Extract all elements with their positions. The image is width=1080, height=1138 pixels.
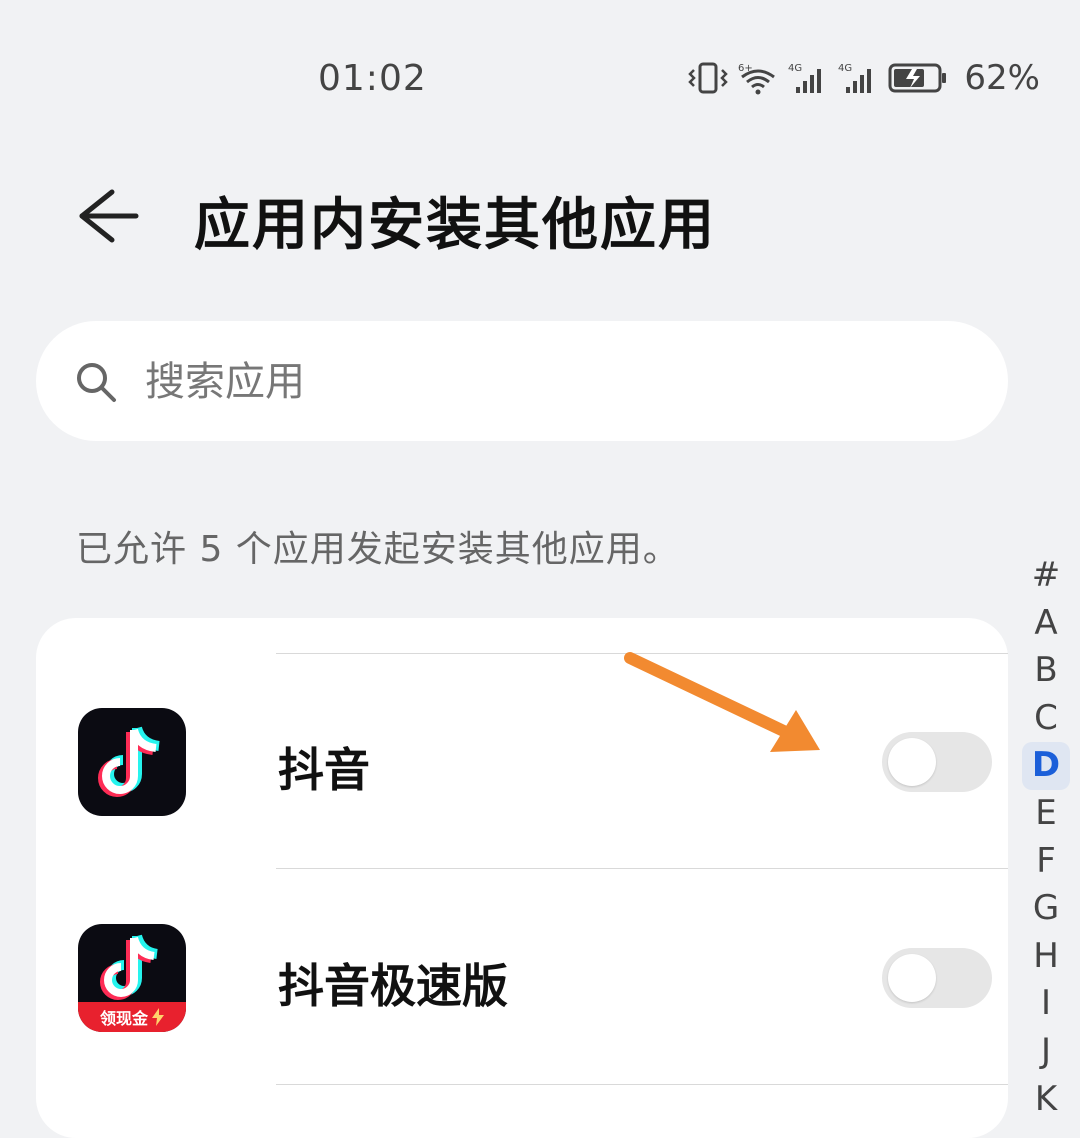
cash-badge: 领现金	[78, 1002, 186, 1032]
install-permission-toggle[interactable]	[882, 732, 992, 792]
svg-text:4G: 4G	[788, 63, 802, 74]
index-letter[interactable]: G	[1022, 885, 1070, 933]
status-bar: 01:02 6+ 4G 4G 62%	[0, 0, 1080, 150]
index-letter[interactable]: B	[1022, 647, 1070, 695]
back-arrow-icon	[79, 189, 139, 243]
lightning-icon	[152, 1008, 164, 1026]
alphabet-index[interactable]: # A B C D E F G H I J K	[1022, 552, 1070, 1123]
status-time: 01:02	[318, 58, 427, 99]
tiktok-note-icon	[98, 726, 160, 797]
battery-percent: 62%	[964, 58, 1040, 98]
index-letter[interactable]: E	[1022, 790, 1070, 838]
search-input[interactable]	[145, 356, 945, 408]
index-letter[interactable]: K	[1022, 1076, 1070, 1124]
index-letter[interactable]: C	[1022, 695, 1070, 743]
page-title: 应用内安装其他应用	[194, 193, 716, 258]
app-list-card: 抖音 领现金 抖音极速版	[36, 618, 1008, 1138]
status-icons: 6+ 4G 4G 62%	[688, 58, 1040, 98]
douyin-app-icon	[78, 708, 186, 816]
signal-4g-icon: 4G	[838, 63, 872, 93]
index-letter[interactable]: A	[1022, 600, 1070, 648]
index-letter[interactable]: F	[1022, 838, 1070, 886]
battery-charging-icon	[888, 63, 947, 93]
index-letter[interactable]: I	[1022, 980, 1070, 1028]
divider	[276, 1084, 1008, 1085]
search-icon	[77, 363, 116, 402]
signal-4g-icon: 4G	[788, 63, 822, 93]
app-name: 抖音	[278, 743, 370, 797]
toggle-knob	[888, 954, 936, 1002]
allowed-count-text: 已允许 5 个应用发起安装其他应用。	[76, 529, 680, 570]
index-letter[interactable]: #	[1022, 552, 1070, 600]
index-letter-active[interactable]: D	[1022, 742, 1070, 790]
install-permission-toggle[interactable]	[882, 948, 992, 1008]
badge-label: 领现金	[99, 1009, 148, 1028]
app-name: 抖音极速版	[278, 959, 508, 1013]
douyin-lite-app-icon: 领现金	[78, 924, 186, 1032]
index-letter[interactable]: H	[1022, 933, 1070, 981]
svg-text:4G: 4G	[838, 63, 852, 74]
index-letter[interactable]: J	[1022, 1028, 1070, 1076]
vibrate-icon	[688, 62, 729, 94]
annotation-arrow-icon	[624, 652, 820, 752]
back-button[interactable]	[72, 180, 144, 252]
divider	[276, 868, 1008, 869]
wifi-6-icon: 6+	[738, 63, 776, 95]
toggle-knob	[888, 738, 936, 786]
